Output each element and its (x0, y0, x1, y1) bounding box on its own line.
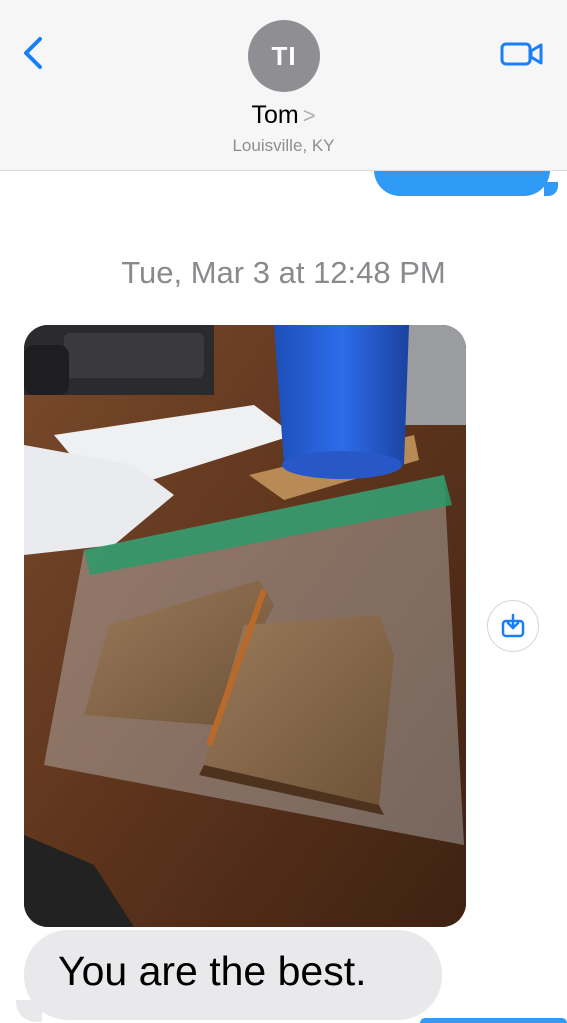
timestamp-at: at (278, 255, 305, 290)
contact-name[interactable]: Tom > (0, 101, 567, 130)
avatar[interactable]: TI (248, 20, 320, 92)
sent-message-bubble-partial[interactable] (420, 1018, 567, 1023)
avatar-initials: TI (271, 40, 297, 71)
chevron-left-icon[interactable] (18, 36, 48, 70)
timestamp-time: 12:48 PM (313, 255, 446, 290)
save-photo-button[interactable] (487, 600, 539, 652)
sandwich-photo (24, 325, 466, 927)
photo-attachment[interactable] (24, 325, 466, 927)
received-message-bubble[interactable]: You are the best. (24, 930, 442, 1020)
download-icon (501, 613, 525, 638)
conversation-header: TI Tom > Louisville, KY (0, 0, 567, 171)
contact-location: Louisville, KY (232, 136, 335, 155)
message-timestamp: Tue, Mar 3 at 12:48 PM (0, 255, 567, 291)
timestamp-day: Tue, Mar 3 (121, 255, 270, 290)
chevron-right-icon: > (302, 103, 316, 128)
received-message-text: You are the best. (58, 948, 367, 994)
video-camera-icon[interactable] (500, 40, 544, 68)
contact-name-label: Tom (251, 101, 299, 129)
